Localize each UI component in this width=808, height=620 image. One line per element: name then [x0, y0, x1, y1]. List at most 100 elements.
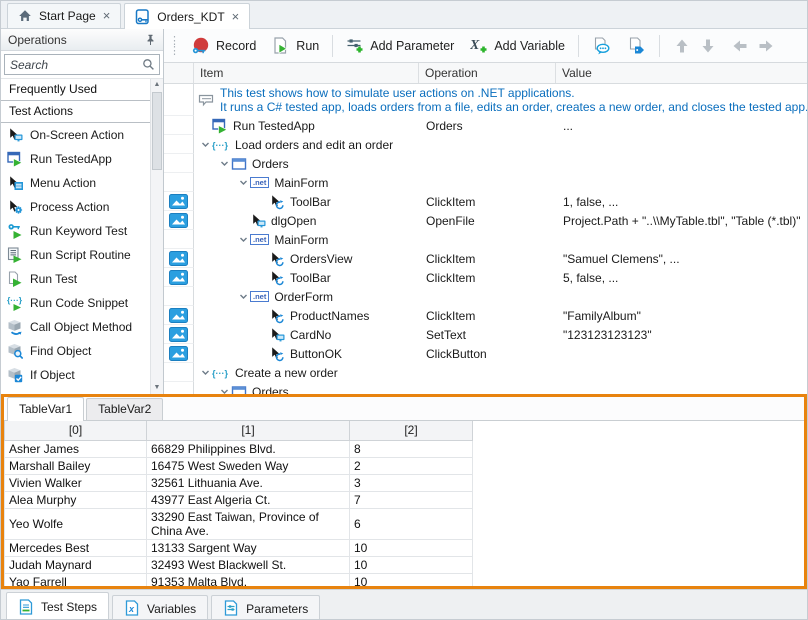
tablevar-column-header[interactable]: [0]	[5, 421, 147, 440]
operations-group-header[interactable]: Frequently Used	[1, 79, 150, 101]
test-step-row[interactable]: ProductNamesClickItem"FamilyAlbum"	[164, 306, 807, 325]
tablevar-cell[interactable]: Yao Farrell	[5, 573, 147, 586]
move-right-icon[interactable]	[758, 38, 774, 54]
toolbar-grip[interactable]: ⋮⋮	[169, 36, 178, 56]
tablevar-cell[interactable]: Mercedes Best	[5, 539, 147, 556]
tablevar-cell[interactable]: 66829 Philippines Blvd.	[147, 440, 350, 457]
screenshot-thumbnail-icon[interactable]	[169, 346, 188, 361]
search-input[interactable]	[5, 58, 142, 72]
move-down-icon[interactable]	[700, 38, 716, 54]
tablevar-cell[interactable]: Marshall Bailey	[5, 457, 147, 474]
tablevar-cell[interactable]: 32493 West Blackwell St.	[147, 556, 350, 573]
tab-tablevar2[interactable]: TableVar2	[86, 398, 163, 420]
sidebar-item-find-object[interactable]: Find Object	[1, 339, 150, 363]
chevron-down-icon[interactable]	[198, 367, 212, 378]
screenshot-thumbnail-icon[interactable]	[169, 308, 188, 323]
chevron-down-icon[interactable]	[236, 291, 250, 302]
tablevar-cell[interactable]: 7	[350, 491, 473, 508]
sidebar-item-call-object-method[interactable]: Call Object Method	[1, 315, 150, 339]
test-step-row[interactable]: OrdersViewClickItem"Samuel Clemens", ...	[164, 249, 807, 268]
tablevar-cell[interactable]: Alea Murphy	[5, 491, 147, 508]
test-step-row[interactable]: {···}Load orders and edit an order	[164, 135, 807, 154]
column-header-operation[interactable]: Operation	[419, 63, 556, 83]
add-comment-button[interactable]	[585, 33, 618, 59]
comment-row[interactable]: This test shows how to simulate user act…	[164, 84, 807, 116]
screenshot-thumbnail-icon[interactable]	[169, 251, 188, 266]
tablevar-cell[interactable]: 10	[350, 556, 473, 573]
tablevar-cell[interactable]: 3	[350, 474, 473, 491]
tablevar-cell[interactable]: 8	[350, 440, 473, 457]
operations-group-header[interactable]: Test Actions	[1, 101, 150, 123]
screenshot-thumbnail-icon[interactable]	[169, 194, 188, 209]
tablevar-cell[interactable]: 10	[350, 573, 473, 586]
screenshot-thumbnail-icon[interactable]	[169, 213, 188, 228]
tablevar-cell[interactable]: 91353 Malta Blvd.	[147, 573, 350, 586]
tab-orders-kdt[interactable]: Orders_KDT ×	[124, 3, 250, 29]
tab-test-steps[interactable]: Test Steps	[6, 592, 109, 620]
operations-scrollbar[interactable]: ▲ ▼	[150, 79, 163, 394]
chevron-down-icon[interactable]	[217, 158, 231, 169]
pin-icon[interactable]	[145, 34, 156, 46]
tablevar-cell[interactable]: 13133 Sargent Way	[147, 539, 350, 556]
test-step-row[interactable]: .netMainForm	[164, 173, 807, 192]
tab-start-page[interactable]: Start Page ×	[7, 3, 121, 28]
scroll-down-icon[interactable]: ▼	[151, 382, 163, 394]
scrollbar-thumb[interactable]	[152, 92, 162, 170]
sidebar-item-menu-action[interactable]: Menu Action	[1, 171, 150, 195]
column-header-value[interactable]: Value	[556, 63, 807, 83]
sidebar-item-run-code-snippet[interactable]: {···}Run Code Snippet	[1, 291, 150, 315]
sidebar-item-if-object[interactable]: If Object	[1, 363, 150, 387]
chevron-down-icon[interactable]	[198, 139, 212, 150]
sidebar-item-run-keyword-test[interactable]: Run Keyword Test	[1, 219, 150, 243]
sidebar-item-run-testedapp[interactable]: Run TestedApp	[1, 147, 150, 171]
sidebar-item-process-action[interactable]: Process Action	[1, 195, 150, 219]
scroll-up-icon[interactable]: ▲	[151, 79, 163, 91]
test-step-row[interactable]: ToolBarClickItem5, false, ...	[164, 268, 807, 287]
test-step-row[interactable]: ButtonOKClickButton	[164, 344, 807, 363]
add-label-button[interactable]	[620, 33, 653, 59]
screenshot-thumbnail-icon[interactable]	[169, 327, 188, 342]
tab-parameters[interactable]: Parameters	[211, 595, 320, 620]
chevron-down-icon[interactable]	[217, 386, 231, 394]
run-button[interactable]: Run	[265, 33, 326, 58]
test-step-row[interactable]: .netOrderForm	[164, 287, 807, 306]
screenshot-thumbnail-icon[interactable]	[169, 270, 188, 285]
test-step-row[interactable]: .netMainForm	[164, 230, 807, 249]
close-icon[interactable]: ×	[231, 12, 241, 22]
move-left-icon[interactable]	[732, 38, 748, 54]
tablevar-cell[interactable]: Asher James	[5, 440, 147, 457]
test-step-row[interactable]: Run TestedAppOrders...	[164, 116, 807, 135]
test-step-row[interactable]: CardNoSetText"123123123123"	[164, 325, 807, 344]
tablevar-cell[interactable]: 43977 East Algeria Ct.	[147, 491, 350, 508]
test-step-row[interactable]: Orders	[164, 382, 807, 394]
tablevar-cell[interactable]: 6	[350, 508, 473, 539]
test-step-row[interactable]: dlgOpenOpenFileProject.Path + "..\\MyTab…	[164, 211, 807, 230]
test-step-row[interactable]: {···}Create a new order	[164, 363, 807, 382]
tab-tablevar1[interactable]: TableVar1	[7, 397, 84, 421]
tablevar-cell[interactable]: 2	[350, 457, 473, 474]
tablevar-cell[interactable]: 33290 East Taiwan, Province of China Ave…	[147, 508, 350, 539]
tablevar-cell[interactable]: Vivien Walker	[5, 474, 147, 491]
test-step-row[interactable]: Orders	[164, 154, 807, 173]
tablevar-cell[interactable]: 32561 Lithuania Ave.	[147, 474, 350, 491]
add-parameter-button[interactable]: Add Parameter	[339, 33, 461, 58]
chevron-down-icon[interactable]	[236, 177, 250, 188]
sidebar-item-run-script-routine[interactable]: Run Script Routine	[1, 243, 150, 267]
tablevar-column-header[interactable]: [2]	[350, 421, 473, 440]
tablevar-row: Marshall Bailey16475 West Sweden Way2	[5, 457, 473, 474]
tablevar-cell[interactable]: Judah Maynard	[5, 556, 147, 573]
add-variable-button[interactable]: X Add Variable	[463, 33, 572, 58]
sidebar-item-on-screen-action[interactable]: On-Screen Action	[1, 123, 150, 147]
test-step-row[interactable]: ToolBarClickItem1, false, ...	[164, 192, 807, 211]
tab-variables[interactable]: x Variables	[112, 595, 208, 620]
tablevar-column-header[interactable]: [1]	[147, 421, 350, 440]
chevron-down-icon[interactable]	[236, 234, 250, 245]
tablevar-cell[interactable]: Yeo Wolfe	[5, 508, 147, 539]
close-icon[interactable]: ×	[102, 11, 112, 21]
tablevar-cell[interactable]: 10	[350, 539, 473, 556]
record-button[interactable]: Record	[184, 33, 263, 59]
column-header-item[interactable]: Item	[194, 63, 419, 83]
tablevar-cell[interactable]: 16475 West Sweden Way	[147, 457, 350, 474]
move-up-icon[interactable]	[674, 38, 690, 54]
sidebar-item-run-test[interactable]: Run Test	[1, 267, 150, 291]
